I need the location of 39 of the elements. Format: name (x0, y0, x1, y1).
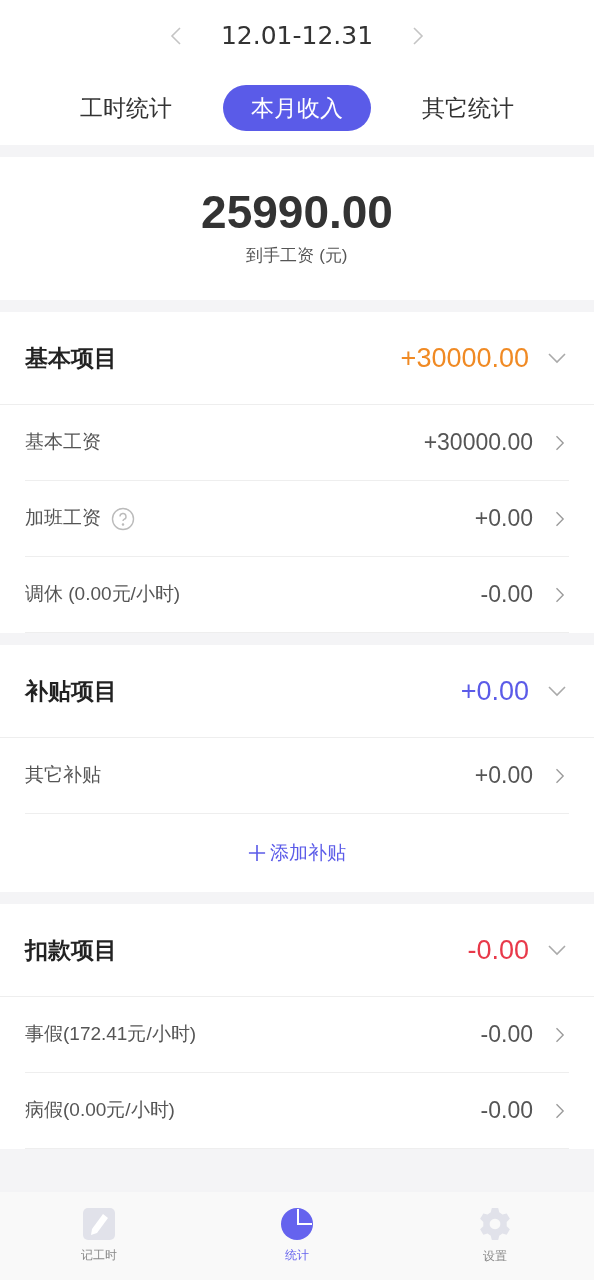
date-range: 12.01-12.31 (220, 20, 374, 53)
net-salary-amount: 25990.00 (201, 188, 393, 235)
section-total: +30000.00 (400, 341, 529, 375)
row-label: 事假(172.41元/小时) (25, 1022, 197, 1047)
nav-item[interactable]: 统计 (198, 1192, 396, 1280)
row-label: 其它补贴 (25, 763, 101, 788)
tab[interactable]: 工时统计 (51, 85, 200, 131)
row-label: 调休 (0.00元/小时) (25, 582, 181, 607)
section-total: -0.00 (467, 933, 529, 967)
tab[interactable]: 其它统计 (394, 85, 543, 131)
row-label: 病假(0.00元/小时) (25, 1098, 175, 1123)
list-row[interactable]: 事假(172.41元/小时) -0.00 (25, 997, 569, 1073)
add-allowance-button[interactable]: 添加补贴 (248, 838, 346, 868)
tab[interactable]: 本月收入 (223, 85, 371, 131)
net-salary-caption: 到手工资 (元) (246, 244, 348, 267)
row-value: -0.00 (480, 1020, 533, 1050)
list-row[interactable]: 基本工资 +30000.00 (25, 405, 569, 481)
pencil-icon (83, 1208, 115, 1240)
row-value: +30000.00 (423, 428, 533, 458)
section-total: +0.00 (460, 674, 529, 708)
list-row[interactable]: 加班工资 +0.00 (25, 481, 569, 557)
row-value: -0.00 (480, 1096, 533, 1126)
help-icon (111, 506, 135, 531)
row-label: 加班工资 (25, 506, 101, 531)
row-value: +0.00 (474, 761, 533, 791)
nav-item[interactable]: 记工时 (0, 1192, 198, 1280)
row-value: -0.00 (480, 580, 533, 610)
pie-chart-icon (281, 1208, 313, 1240)
plus-icon (248, 844, 266, 862)
nav-item[interactable]: 设置 (396, 1192, 594, 1280)
gear-icon (478, 1207, 512, 1241)
section-title: 基本项目 (25, 343, 118, 373)
row-label: 基本工资 (25, 430, 101, 455)
list-row[interactable]: 其它补贴 +0.00 (25, 738, 569, 814)
list-row[interactable]: 病假(0.00元/小时) -0.00 (25, 1073, 569, 1149)
row-value: +0.00 (474, 504, 533, 534)
list-row[interactable]: 调休 (0.00元/小时) -0.00 (25, 557, 569, 633)
section-title: 扣款项目 (25, 935, 118, 965)
section-title: 补贴项目 (25, 676, 118, 706)
